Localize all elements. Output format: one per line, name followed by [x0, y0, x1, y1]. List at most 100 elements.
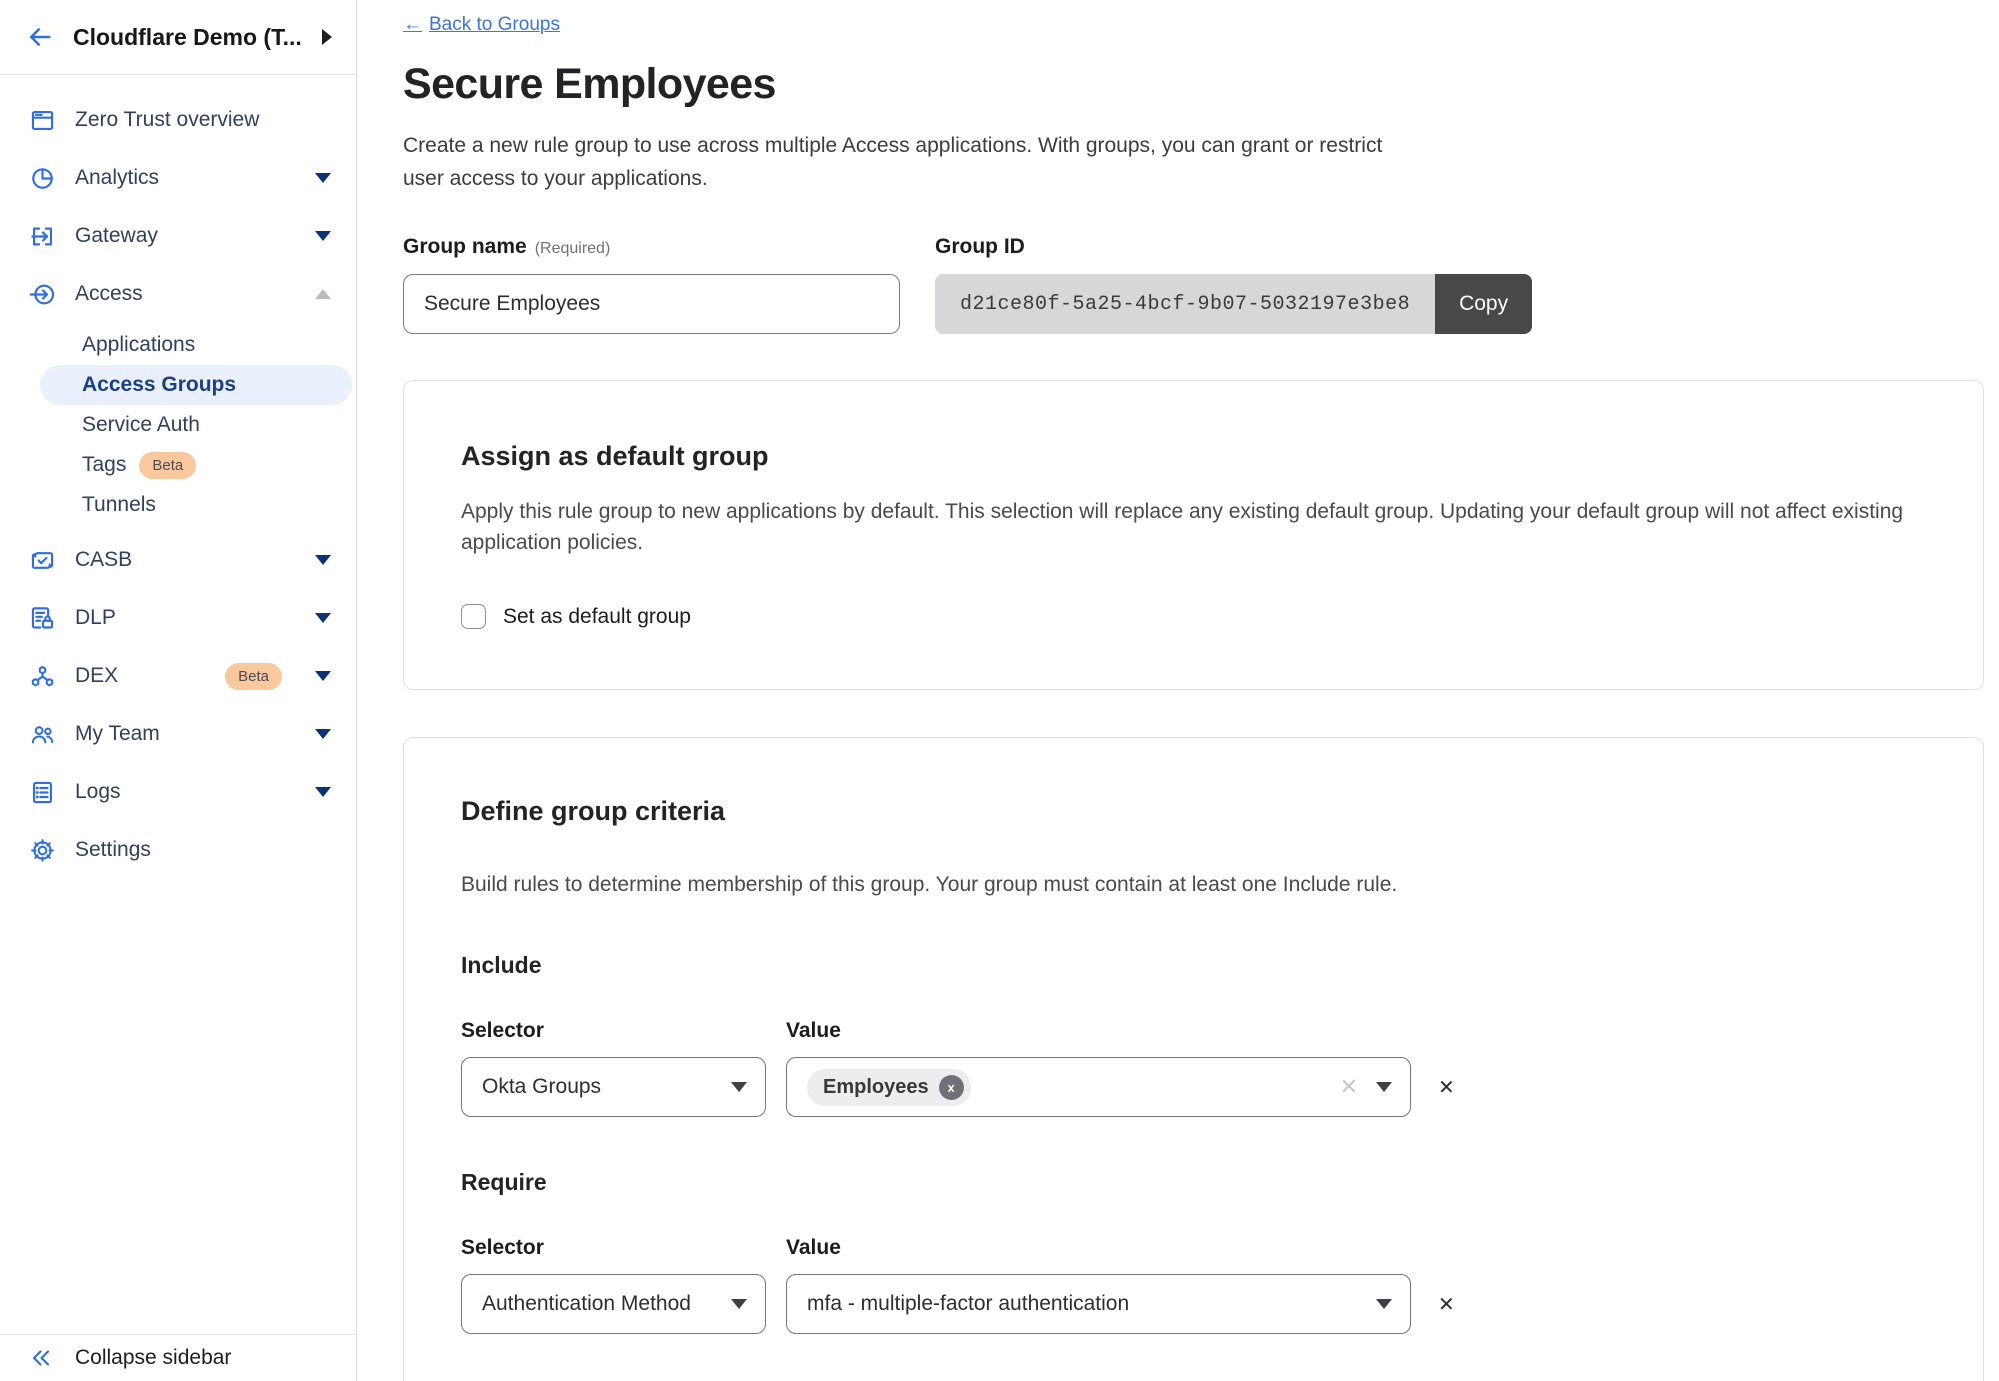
group-id-box: d21ce80f-5a25-4bcf-9b07-5032197e3be8 Cop…: [935, 274, 1532, 334]
account-expand-icon[interactable]: [322, 29, 332, 45]
remove-include-rule-icon[interactable]: ✕: [1438, 1075, 1455, 1100]
sidebar-item-label: Settings: [75, 838, 331, 862]
group-id-label: Group ID: [935, 235, 1532, 259]
beta-badge: Beta: [225, 663, 282, 690]
sidebar-item-applications[interactable]: Applications: [0, 325, 356, 365]
group-name-label-text: Group name: [403, 235, 527, 258]
chevron-down-icon: [1376, 1299, 1392, 1309]
group-form-row: Group name (Required) Group ID d21ce80f-5…: [403, 235, 1999, 334]
sidebar-item-dex[interactable]: DEX Beta: [0, 647, 356, 705]
access-subnav: Applications Access Groups Service Auth …: [0, 323, 356, 531]
beta-badge: Beta: [139, 452, 196, 479]
chip-remove-icon[interactable]: x: [939, 1075, 964, 1100]
sidebar-item-service-auth[interactable]: Service Auth: [0, 405, 356, 445]
sidebar-item-my-team[interactable]: My Team: [0, 705, 356, 763]
required-hint: (Required): [535, 240, 611, 257]
sidebar-item-settings[interactable]: Settings: [0, 821, 356, 879]
back-link-label: Back to Groups: [429, 14, 560, 36]
group-name-field: Group name (Required): [403, 235, 900, 334]
selector-value: Okta Groups: [482, 1075, 601, 1099]
group-id-value: d21ce80f-5a25-4bcf-9b07-5032197e3be8: [935, 274, 1435, 334]
sidebar: Cloudflare Demo (T... Zero Trust overvie…: [0, 0, 357, 1381]
sidebar-item-label: Access: [75, 282, 296, 306]
include-labels-row: Selector Value: [461, 1019, 1926, 1043]
dex-network-icon: [29, 663, 56, 690]
chevron-up-icon[interactable]: [315, 289, 331, 299]
sidebar-item-label: DEX: [75, 664, 206, 688]
define-group-criteria-card: Define group criteria Build rules to det…: [403, 737, 1984, 1381]
sidebar-item-label: Logs: [75, 780, 296, 804]
group-id-field: Group ID d21ce80f-5a25-4bcf-9b07-5032197…: [935, 235, 1532, 334]
require-rule-row: Authentication Method mfa - multiple-fac…: [461, 1274, 1926, 1334]
sidebar-item-label: Gateway: [75, 224, 296, 248]
clear-all-icon[interactable]: ✕: [1340, 1074, 1358, 1100]
set-default-group-row: Set as default group: [461, 604, 1926, 629]
chevron-down-icon[interactable]: [315, 173, 331, 183]
require-labels-row: Selector Value: [461, 1236, 1926, 1260]
sidebar-item-casb[interactable]: CASB: [0, 531, 356, 589]
card-description: Apply this rule group to new application…: [461, 496, 1926, 558]
chevron-down-icon[interactable]: [315, 729, 331, 739]
account-name: Cloudflare Demo (T...: [73, 24, 303, 51]
chevron-down-icon[interactable]: [315, 613, 331, 623]
collapse-sidebar-button[interactable]: Collapse sidebar: [0, 1334, 356, 1381]
sidebar-subitem-label: Service Auth: [82, 413, 200, 437]
sidebar-item-label: My Team: [75, 722, 296, 746]
sidebar-item-label: Zero Trust overview: [75, 108, 331, 132]
sidebar-item-logs[interactable]: Logs: [0, 763, 356, 821]
include-section-heading: Include: [461, 952, 1926, 979]
include-rule-row: Okta Groups Employees x ✕ ✕: [461, 1057, 1926, 1117]
sidebar-subitem-label: Access Groups: [82, 373, 236, 397]
back-to-groups-link[interactable]: ← Back to Groups: [403, 14, 560, 36]
chevron-down-icon[interactable]: [315, 231, 331, 241]
team-people-icon: [29, 721, 56, 748]
sidebar-subitem-label: Tags: [82, 453, 126, 477]
selector-label: Selector: [461, 1236, 786, 1260]
chip-label: Employees: [823, 1076, 929, 1099]
chevron-down-icon[interactable]: [315, 671, 331, 681]
sidebar-subitem-label: Tunnels: [82, 493, 156, 517]
sidebar-item-tunnels[interactable]: Tunnels: [0, 485, 356, 525]
page-description: Create a new rule group to use across mu…: [403, 129, 1403, 195]
sidebar-item-label: DLP: [75, 606, 296, 630]
assign-default-group-card: Assign as default group Apply this rule …: [403, 380, 1984, 690]
chevron-down-icon[interactable]: [315, 555, 331, 565]
selector-label: Selector: [461, 1019, 786, 1043]
sidebar-item-label: CASB: [75, 548, 296, 572]
remove-require-rule-icon[interactable]: ✕: [1438, 1292, 1455, 1317]
sidebar-nav: Zero Trust overview Analytics Gateway Ac…: [0, 75, 356, 879]
sidebar-item-tags[interactable]: Tags Beta: [0, 445, 356, 485]
chevron-down-icon: [731, 1082, 747, 1092]
access-icon: [29, 281, 56, 308]
include-selector-dropdown[interactable]: Okta Groups: [461, 1057, 766, 1117]
group-name-input[interactable]: [403, 274, 900, 334]
group-name-label: Group name (Required): [403, 235, 900, 259]
sidebar-item-analytics[interactable]: Analytics: [0, 149, 356, 207]
sidebar-item-access-groups[interactable]: Access Groups: [40, 365, 352, 405]
casb-icon: [29, 547, 56, 574]
value-chip-employees: Employees x: [807, 1069, 971, 1106]
set-default-checkbox[interactable]: [461, 604, 486, 629]
sidebar-item-access[interactable]: Access: [0, 265, 356, 323]
gateway-icon: [29, 223, 56, 250]
require-selector-dropdown[interactable]: Authentication Method: [461, 1274, 766, 1334]
selector-value: Authentication Method: [482, 1292, 691, 1316]
sidebar-item-zero-trust-overview[interactable]: Zero Trust overview: [0, 91, 356, 149]
overview-window-icon: [29, 107, 56, 134]
value-label: Value: [786, 1019, 841, 1043]
sidebar-item-gateway[interactable]: Gateway: [0, 207, 356, 265]
require-value-dropdown[interactable]: mfa - multiple-factor authentication: [786, 1274, 1411, 1334]
sidebar-item-dlp[interactable]: DLP: [0, 589, 356, 647]
dlp-document-lock-icon: [29, 605, 56, 632]
sidebar-item-label: Analytics: [75, 166, 296, 190]
main-content: ← Back to Groups Secure Employees Create…: [357, 0, 1999, 1381]
back-arrow-icon[interactable]: [26, 23, 54, 51]
chevron-down-icon: [731, 1299, 747, 1309]
chevron-down-icon: [1376, 1082, 1392, 1092]
copy-button[interactable]: Copy: [1435, 274, 1532, 334]
card-title: Assign as default group: [461, 441, 1926, 472]
include-value-multiselect[interactable]: Employees x ✕: [786, 1057, 1411, 1117]
page-title: Secure Employees: [403, 60, 1999, 109]
sidebar-header: Cloudflare Demo (T...: [0, 0, 356, 75]
chevron-down-icon[interactable]: [315, 787, 331, 797]
